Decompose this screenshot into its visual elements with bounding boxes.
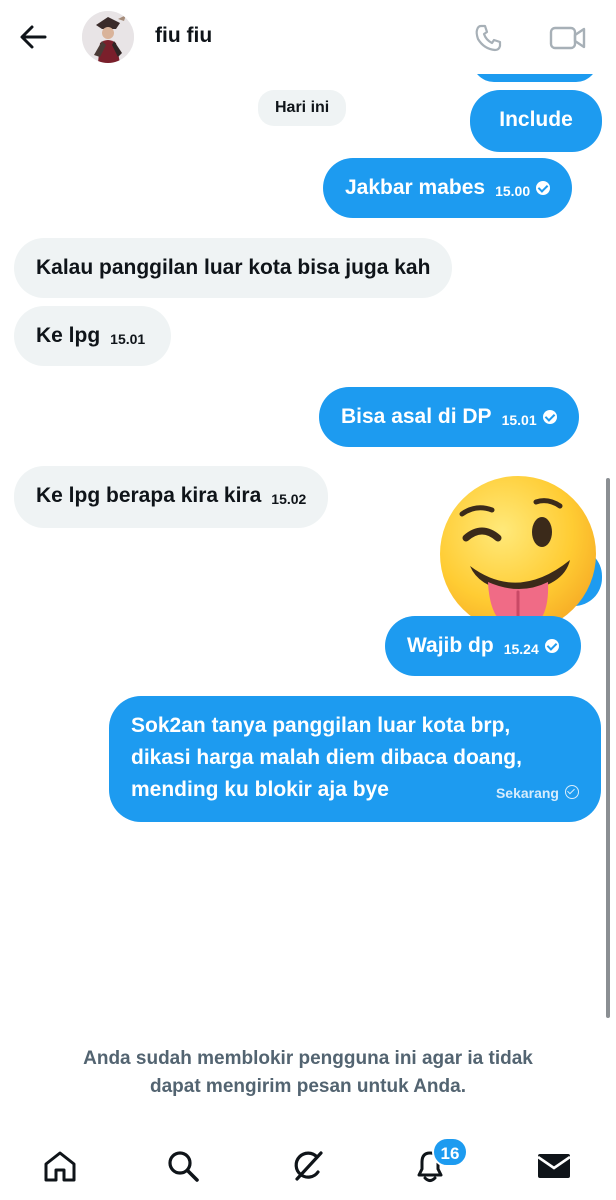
message-text: Ke lpg — [36, 324, 101, 347]
bottom-navigation — [0, 1130, 616, 1200]
nav-messages[interactable] — [526, 1138, 582, 1194]
grok-icon — [294, 1151, 323, 1181]
message-bubble[interactable]: Ke lpg 15.01 — [14, 306, 172, 366]
scrollbar[interactable] — [606, 478, 610, 1018]
nav-home[interactable] — [32, 1138, 88, 1194]
conversation-title[interactable]: fiu fiu — [155, 24, 212, 48]
message-time: 15.02 — [271, 491, 307, 507]
message-bubble[interactable]: Include — [470, 90, 602, 152]
search-icon — [168, 1151, 199, 1182]
blocked-notice-line: Anda sudah memblokir pengguna ini agar i… — [83, 1048, 533, 1069]
message-text-line: Sok2an tanya panggilan luar kota brp, — [131, 714, 511, 737]
message-bubble[interactable]: Sok2an tanya panggilan luar kota brp, di… — [109, 696, 601, 822]
back-button[interactable] — [14, 18, 52, 56]
message-text: Kalau panggilan luar kota bisa juga kah — [36, 256, 431, 279]
call-button[interactable] — [468, 18, 508, 58]
message-time: Sekarang — [495, 785, 559, 801]
message-bubble[interactable]: Bisa asal di DP 15.01 — [319, 387, 579, 447]
message-bubble[interactable]: Jakbar mabes 15.00 — [323, 158, 573, 218]
message-bubble[interactable]: Ke lpg berapa kira kira 15.02 — [14, 466, 329, 528]
video-camera-icon — [549, 26, 586, 50]
arrow-left-icon — [20, 25, 47, 49]
home-icon — [44, 1151, 76, 1182]
message-text-line: dikasi harga malah diem dibaca doang, — [131, 746, 522, 769]
messages-icon — [537, 1154, 571, 1178]
message-text: Jakbar mabes — [345, 176, 486, 199]
message-time: 15.01 — [110, 331, 146, 347]
winking-face-with-tongue-emoji[interactable] — [436, 474, 600, 638]
message-text: Ke lpg berapa kira kira — [36, 484, 262, 507]
message-bubble[interactable]: Kalau panggilan luar kota bisa juga kah — [14, 238, 453, 298]
read-check-icon — [544, 639, 559, 653]
message-text-line: mending ku blokir aja bye — [131, 778, 389, 801]
message-bubble[interactable]: Wajib dp 15.24 — [385, 616, 581, 676]
chat-header: fiu fiu — [0, 0, 616, 74]
nav-grok[interactable] — [280, 1138, 336, 1194]
message-text: Wajib dp — [407, 634, 494, 657]
read-check-icon — [542, 410, 557, 424]
message-text: Include — [499, 108, 573, 131]
sent-check-icon — [565, 785, 579, 799]
message-time: 15.24 — [503, 641, 539, 657]
message-text: Bisa asal di DP — [341, 405, 492, 428]
message-time: 15.01 — [501, 412, 537, 428]
avatar[interactable] — [82, 11, 134, 63]
phone-icon — [475, 24, 502, 52]
read-check-icon — [536, 181, 551, 195]
message-time: 15.00 — [495, 183, 531, 199]
message-list[interactable]: Hari ini Include Jakbar mabes 15.00 Kalau… — [0, 0, 616, 1040]
date-divider: Hari ini — [258, 90, 347, 126]
blocked-notice: Anda sudah memblokir pengguna ini agar i… — [0, 1045, 616, 1101]
notification-count-badge: 16 — [432, 1137, 468, 1167]
nav-search[interactable] — [155, 1138, 211, 1194]
video-call-button[interactable] — [546, 18, 590, 58]
blocked-notice-line: dapat mengirim pesan untuk Anda. — [149, 1076, 466, 1097]
